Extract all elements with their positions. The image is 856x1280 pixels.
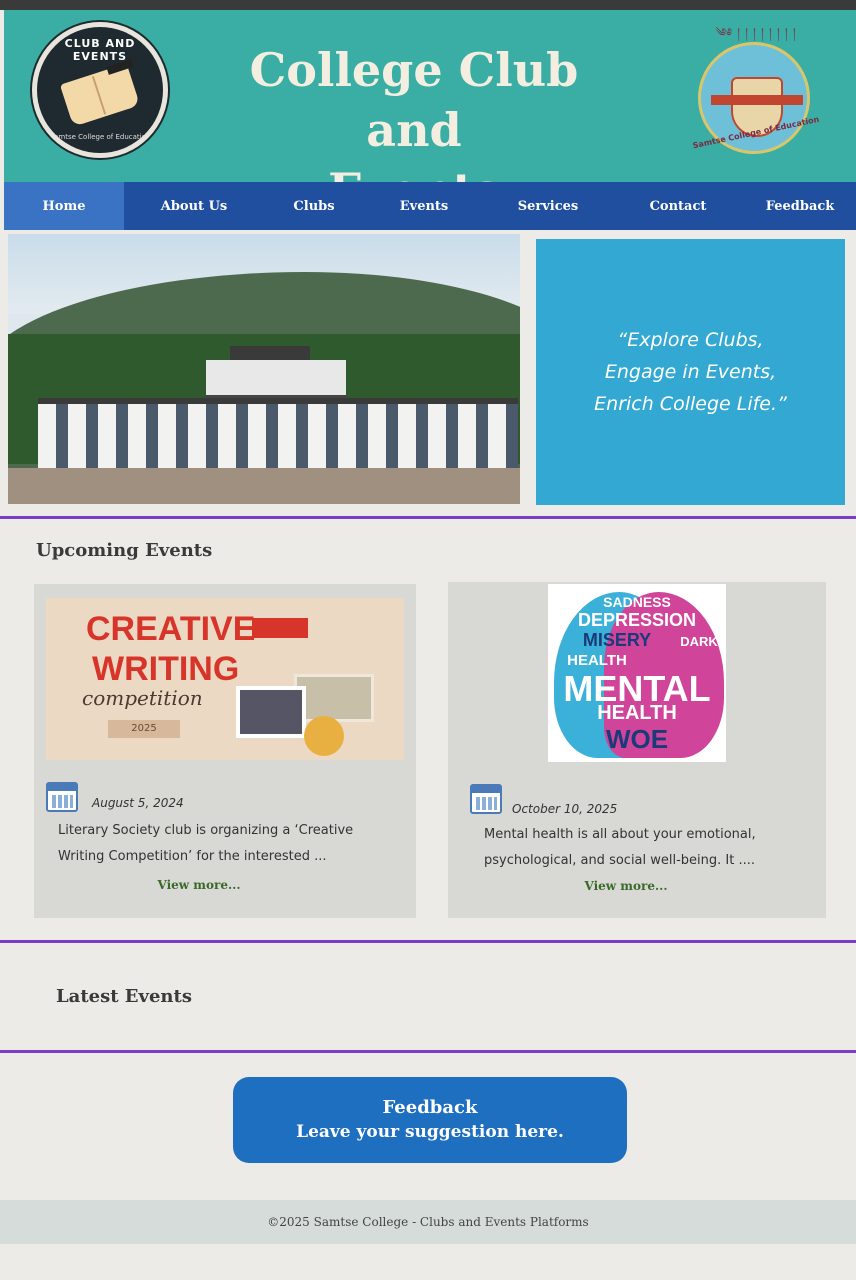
mental-health-poster: SADNESS DEPRESSION MISERY DARK HEALTH ME… <box>548 584 726 762</box>
club-logo-subtext: Samtse College of Education <box>49 133 151 141</box>
poster-stamp <box>294 674 374 722</box>
section-divider <box>0 1050 856 1053</box>
club-logo-text: CLUB AND EVENTS <box>64 37 136 63</box>
poster-word-woe: WOE <box>605 724 669 754</box>
view-more-link[interactable]: View more... <box>34 878 364 892</box>
nav-item-contact[interactable]: Contact <box>612 182 744 230</box>
main-nav: Home About Us Clubs Events Services Cont… <box>4 182 856 230</box>
event-date: August 5, 2024 <box>92 796 184 810</box>
poster-title-3: competition <box>82 686 203 710</box>
photo-ground <box>8 468 520 504</box>
nav-item-events[interactable]: Events <box>364 182 484 230</box>
hero-quote-line1: “Explore Clubs, <box>617 329 764 351</box>
flower-icon <box>304 716 344 756</box>
event-card-creative-writing[interactable]: CREATIVE WRITING competition 2025 August… <box>34 584 416 918</box>
event-description-line1: Mental health is all about your emotiona… <box>484 827 756 842</box>
footer-text: ©2025 Samtse College - Clubs and Events … <box>267 1215 589 1229</box>
feedback-button-title: Feedback <box>382 1097 478 1118</box>
photo-building <box>38 398 518 468</box>
hero-quote-panel: “Explore Clubs, Engage in Events, Enrich… <box>536 239 845 505</box>
event-description: Mental health is all about your emotiona… <box>484 822 756 874</box>
section-divider <box>0 516 856 519</box>
poster-photo <box>236 686 306 738</box>
creative-writing-poster: CREATIVE WRITING competition 2025 <box>46 598 404 760</box>
event-description: Literary Society club is organizing a ‘C… <box>58 818 353 870</box>
hero-quote-line2: Engage in Events, <box>604 361 777 383</box>
nav-item-feedback[interactable]: Feedback <box>744 182 856 230</box>
poster-word-depression: DEPRESSION <box>577 610 697 630</box>
nav-item-clubs[interactable]: Clubs <box>264 182 364 230</box>
photo-roof <box>230 346 310 360</box>
college-emblem: ༄༅ ། ། ། ། ། ། ། ། Samtse College of Edu… <box>684 20 828 170</box>
site-footer: ©2025 Samtse College - Clubs and Events … <box>0 1200 856 1244</box>
view-more-link[interactable]: View more... <box>448 879 804 893</box>
calendar-icon <box>470 784 502 814</box>
event-card-mental-health[interactable]: SADNESS DEPRESSION MISERY DARK HEALTH ME… <box>448 582 826 918</box>
site-title-line1: College Club and <box>249 43 579 157</box>
site-header: CLUB AND EVENTS Samtse College of Educat… <box>4 10 856 217</box>
event-description-line2: Writing Competition’ for the interested … <box>58 849 327 864</box>
poster-word-health: HEALTH <box>567 652 627 669</box>
hero-quote: “Explore Clubs, Engage in Events, Enrich… <box>581 324 801 420</box>
feedback-button[interactable]: Feedback Leave your suggestion here. <box>233 1077 627 1163</box>
calendar-icon <box>46 782 78 812</box>
event-description-line1: Literary Society club is organizing a ‘C… <box>58 823 354 838</box>
browser-top-edge <box>0 0 856 10</box>
feedback-button-subtitle: Leave your suggestion here. <box>296 1122 564 1142</box>
nav-item-home[interactable]: Home <box>4 182 124 230</box>
book-icon <box>59 63 141 127</box>
event-date: October 10, 2025 <box>512 802 618 816</box>
nav-item-services[interactable]: Services <box>484 182 612 230</box>
hero-quote-line3: Enrich College Life.” <box>594 393 787 415</box>
poster-year: 2025 <box>108 720 180 738</box>
poster-title-1: CREATIVE <box>86 610 256 648</box>
club-logo: CLUB AND EVENTS Samtse College of Educat… <box>32 22 168 158</box>
section-divider <box>0 940 856 943</box>
poster-word-sadness: SADNESS <box>603 594 671 610</box>
poster-word-dark: DARK <box>680 634 718 649</box>
upcoming-events-heading: Upcoming Events <box>36 540 213 561</box>
poster-word-health-2: HEALTH <box>597 702 677 724</box>
latest-events-heading: Latest Events <box>56 986 192 1007</box>
photo-tower <box>206 360 346 400</box>
nav-item-about-us[interactable]: About Us <box>124 182 264 230</box>
event-description-line2: psychological, and social well-being. It… <box>484 853 756 868</box>
poster-note <box>252 618 308 638</box>
poster-title-2: WRITING <box>92 650 240 688</box>
campus-photo <box>8 234 520 504</box>
